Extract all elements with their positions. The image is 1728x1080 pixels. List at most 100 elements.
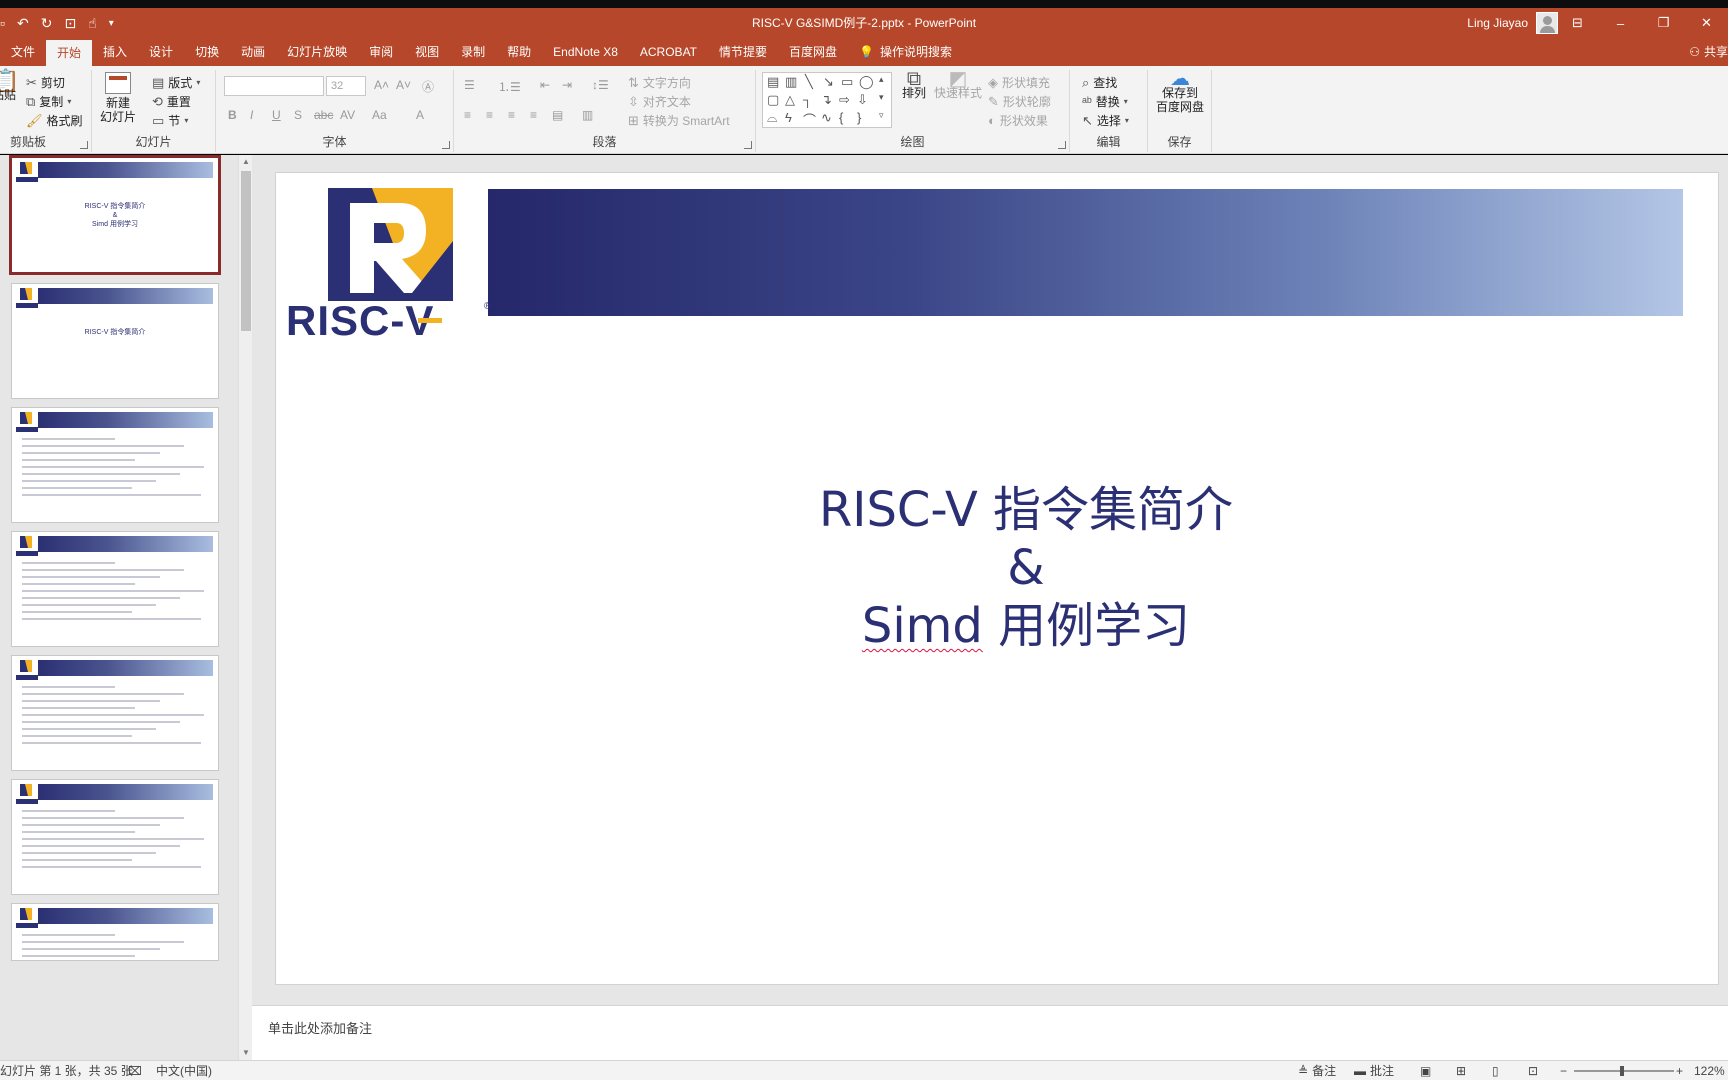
distributed-icon[interactable]: ▤ — [552, 108, 563, 122]
down-arrow-icon[interactable]: ⇩ — [857, 92, 868, 108]
tab-8[interactable]: 视图 — [404, 38, 450, 66]
reset-button[interactable]: ⟲ 重置 — [152, 93, 191, 110]
bullets-icon[interactable]: ☰ — [464, 78, 475, 92]
numbering-icon[interactable]: ⒈☰ — [498, 78, 521, 95]
scroll-down-icon[interactable]: ▼ — [239, 1046, 253, 1060]
quick-styles-button[interactable]: ◩ 快速样式 — [932, 69, 984, 100]
arrange-button[interactable]: ⧉ 排列 — [896, 69, 932, 100]
slide-thumbnail[interactable] — [11, 655, 219, 771]
text-direction-button[interactable]: ⇅ 文字方向 — [628, 74, 691, 91]
slide-title-textbox[interactable]: RISC-V 指令集简介 & Simd 用例学习 — [676, 481, 1376, 655]
brace-left-icon[interactable]: { — [839, 110, 843, 125]
line-spacing-icon[interactable]: ↕☰ — [592, 78, 609, 92]
slideshow-icon[interactable]: ⊡ — [1528, 1061, 1538, 1080]
replace-button[interactable]: ᵃᵇ 替换 ▾ — [1082, 93, 1128, 110]
decrease-indent-icon[interactable]: ⇤ — [540, 78, 550, 92]
slide-sorter-icon[interactable]: ⊞ — [1456, 1061, 1466, 1080]
spellcheck-icon[interactable]: ⌧ — [128, 1061, 142, 1080]
thumbnail-scrollbar[interactable]: ▲ ▼ — [238, 155, 252, 1060]
share-button[interactable]: ⚇ 共享 — [1681, 38, 1728, 66]
smartart-button[interactable]: ⊞ 转换为 SmartArt — [628, 112, 730, 129]
notes-toggle[interactable]: ≜ 备注 — [1298, 1061, 1336, 1080]
tab-4[interactable]: 切换 — [184, 38, 230, 66]
grow-font-icon[interactable]: A˄ — [374, 78, 389, 92]
justify-icon[interactable]: ≡ — [530, 108, 537, 122]
font-launcher-icon[interactable] — [442, 141, 450, 149]
line-icon[interactable]: ╲ — [805, 74, 813, 90]
shape-fill-button[interactable]: ◈ 形状填充 — [988, 74, 1050, 91]
freeform-icon[interactable]: ⌓ — [767, 110, 777, 126]
tab-11[interactable]: EndNote X8 — [542, 38, 629, 66]
ribbon-display-icon[interactable]: ⊟ — [1556, 8, 1599, 38]
zoom-slider[interactable] — [1574, 1070, 1674, 1072]
copy-button[interactable]: ⧉ 复制 ▾ — [26, 93, 71, 110]
align-right-icon[interactable]: ≡ — [508, 108, 515, 122]
reading-view-icon[interactable]: ▯ — [1492, 1061, 1499, 1080]
tab-5[interactable]: 动画 — [230, 38, 276, 66]
oval-icon[interactable]: ◯ — [859, 74, 874, 90]
tell-me-search[interactable]: 💡 操作说明搜索 — [848, 38, 963, 66]
columns-icon[interactable]: ▥ — [582, 108, 593, 122]
gallery-more-icon[interactable]: ▿ — [879, 110, 884, 121]
slide-thumbnail[interactable] — [11, 903, 219, 961]
shape-outline-button[interactable]: ✎ 形状轮廓 — [988, 93, 1051, 110]
new-slide-button[interactable]: 新建 幻灯片 — [96, 72, 140, 124]
underline-icon[interactable]: U — [272, 108, 281, 122]
slide-thumbnail[interactable] — [11, 779, 219, 895]
tab-9[interactable]: 录制 — [450, 38, 496, 66]
zoom-slider-knob[interactable] — [1620, 1066, 1624, 1076]
arrow-line-icon[interactable]: ↘ — [823, 74, 834, 90]
triangle-icon[interactable]: △ — [785, 92, 795, 108]
rounded-rect-icon[interactable]: ▢ — [767, 92, 779, 108]
slide-thumbnail[interactable]: RISC-V 指令集简介 — [11, 283, 219, 399]
shrink-font-icon[interactable]: A˅ — [396, 78, 411, 92]
align-center-icon[interactable]: ≡ — [486, 108, 493, 122]
shapes-gallery[interactable]: ▤ ▥ ╲ ↘ ▭ ◯ ▢ △ ┐ ↴ ⇨ ⇩ ⌓ ϟ ⌒ ∿ { } ▴ ▾ … — [762, 72, 892, 128]
zoom-in-button[interactable]: + — [1676, 1061, 1683, 1080]
minimize-button[interactable]: – — [1599, 8, 1642, 38]
tab-12[interactable]: ACROBAT — [629, 38, 708, 66]
increase-indent-icon[interactable]: ⇥ — [562, 78, 572, 92]
restore-button[interactable]: ❐ — [1642, 8, 1685, 38]
tab-2[interactable]: 插入 — [92, 38, 138, 66]
zoom-level[interactable]: 122% — [1694, 1061, 1725, 1080]
gallery-down-icon[interactable]: ▾ — [879, 92, 884, 103]
rectangle-icon[interactable]: ▭ — [841, 74, 853, 90]
shadow-icon[interactable]: S — [294, 108, 302, 122]
scrollbar-thumb[interactable] — [241, 171, 251, 331]
tab-1[interactable]: 开始 — [46, 40, 93, 66]
font-name-box[interactable] — [224, 76, 324, 96]
tab-10[interactable]: 帮助 — [496, 38, 542, 66]
format-painter-button[interactable]: 🖌 格式刷 — [26, 112, 83, 129]
cut-button[interactable]: ✂ 剪切 — [26, 74, 65, 91]
slide-thumbnail[interactable]: RISC-V 指令集简介 & Simd 用例学习 — [9, 155, 221, 275]
font-size-box[interactable]: 32 — [326, 76, 366, 96]
paragraph-launcher-icon[interactable] — [744, 141, 752, 149]
tab-6[interactable]: 幻灯片放映 — [276, 38, 358, 66]
lightning-icon[interactable]: ϟ — [785, 110, 792, 125]
close-button[interactable]: ✕ — [1685, 8, 1728, 38]
tab-13[interactable]: 情节提要 — [708, 38, 778, 66]
italic-icon[interactable]: I — [250, 108, 253, 122]
elbow-icon[interactable]: ┐ — [803, 92, 812, 107]
account[interactable]: Ling Jiayao — [1467, 8, 1558, 38]
tab-0[interactable]: 文件 — [0, 38, 46, 66]
vertical-textbox-icon[interactable]: ▥ — [785, 74, 797, 90]
bold-icon[interactable]: B — [228, 108, 237, 122]
slide-thumbnail[interactable] — [11, 407, 219, 523]
scroll-up-icon[interactable]: ▲ — [239, 155, 253, 169]
curve-icon[interactable]: ⌒ — [803, 110, 816, 129]
avatar[interactable] — [1536, 12, 1558, 34]
char-spacing-icon[interactable]: AV — [340, 108, 355, 122]
normal-view-icon[interactable]: ▣ — [1420, 1061, 1431, 1080]
section-button[interactable]: ▭ 节 ▾ — [152, 112, 188, 129]
align-text-button[interactable]: ⇳ 对齐文本 — [628, 93, 691, 110]
clear-format-icon[interactable]: Ⓐ — [422, 78, 434, 95]
save-to-baidu-button[interactable]: ☁ 保存到 百度网盘 — [1152, 69, 1208, 114]
dialog-launcher-icon[interactable] — [80, 141, 88, 149]
select-button[interactable]: ↖ 选择 ▾ — [1082, 112, 1129, 129]
change-case-icon[interactable]: Aa — [372, 108, 387, 122]
right-arrow-icon[interactable]: ⇨ — [839, 92, 850, 108]
drawing-launcher-icon[interactable] — [1058, 141, 1066, 149]
textbox-icon[interactable]: ▤ — [767, 74, 779, 90]
